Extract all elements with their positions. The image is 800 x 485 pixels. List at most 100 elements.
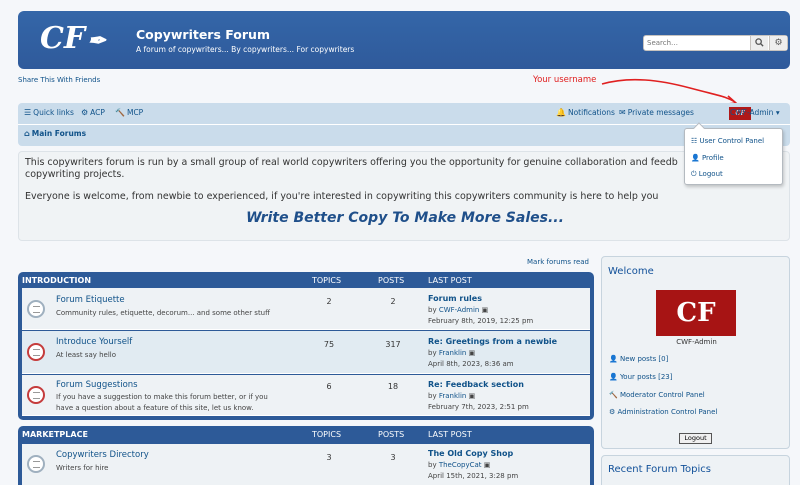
- forum-title[interactable]: Introduce Yourself: [56, 337, 132, 347]
- last-post-user-link[interactable]: Franklin: [439, 349, 467, 357]
- navbar: ☰ Quick links ⚙ ACP 🔨 MCP 🔔 Notifications ✉ P…: [18, 103, 790, 146]
- last-post-title[interactable]: Re: Feedback section: [428, 380, 524, 389]
- new-posts-link[interactable]: 👤 New posts [0]: [609, 355, 668, 363]
- category-title[interactable]: MARKETPLACE: [22, 430, 88, 439]
- forum-description: At least say hello: [56, 351, 117, 359]
- last-post-author: by Franklin ▣: [428, 392, 476, 400]
- view-latest-post-icon[interactable]: ▣: [484, 461, 491, 469]
- forum-row: Forum Suggestions If you have a suggesti…: [22, 375, 590, 416]
- last-post-user-link[interactable]: Franklin: [439, 392, 467, 400]
- category-title[interactable]: INTRODUCTION: [22, 276, 91, 285]
- share-link[interactable]: Share This With Friends: [18, 76, 100, 84]
- breadcrumb-label: Main Forums: [31, 129, 87, 138]
- forum-description-line-1: If you have a suggestion to make this fo…: [56, 393, 268, 401]
- view-latest-post-icon[interactable]: ▣: [469, 392, 476, 400]
- column-last-post: LAST POST: [428, 276, 472, 285]
- cogs-icon: ⚙: [609, 408, 616, 416]
- forum-posts-count: 3: [390, 453, 396, 462]
- forum-topics-count: 75: [323, 340, 335, 349]
- user-icon: 👤: [609, 355, 618, 363]
- forum-topics-count: 2: [326, 297, 332, 306]
- search-icon: [755, 38, 764, 47]
- forum-posts-count: 18: [387, 382, 399, 391]
- last-post-user-link[interactable]: TheCopyCat: [439, 461, 482, 469]
- last-post-title[interactable]: Re: Greetings from a newbie: [428, 337, 557, 346]
- mcp-link[interactable]: 🔨 MCP: [115, 108, 143, 117]
- column-topics: TOPICS: [312, 276, 342, 285]
- user-icon: 👤: [609, 373, 618, 381]
- category-header: MARKETPLACE TOPICS POSTS LAST POST: [18, 426, 594, 442]
- breadcrumb-home[interactable]: ⌂ Main Forums: [24, 129, 86, 138]
- forum-description: Community rules, etiquette, decorum... a…: [56, 309, 270, 317]
- mcp-label: MCP: [126, 108, 144, 117]
- home-icon: ⌂: [24, 129, 30, 138]
- last-post-date: February 7th, 2023, 2:51 pm: [428, 403, 529, 411]
- mark-forums-read-link[interactable]: Mark forums read: [527, 258, 589, 266]
- logout-button[interactable]: Logout: [679, 433, 712, 444]
- acp-link[interactable]: ⚙ ACP: [81, 108, 105, 117]
- gear-icon: ⚙: [774, 38, 783, 48]
- recent-topics-panel: Recent Forum Topics: [601, 455, 790, 485]
- private-messages-link[interactable]: ✉ Private messages: [619, 108, 694, 117]
- quick-links-menu[interactable]: ☰ Quick links: [24, 108, 74, 117]
- avatar-username[interactable]: CWF-Admin: [602, 338, 791, 346]
- new-posts-label: New posts [0]: [619, 355, 669, 363]
- gavel-icon: 🔨: [609, 391, 618, 399]
- last-post-user-link[interactable]: CWF-Admin: [439, 306, 480, 314]
- forum-read-icon: [27, 455, 45, 473]
- forum-title[interactable]: Forum Etiquette: [56, 295, 125, 305]
- profile-link[interactable]: 👤 Profile: [691, 154, 724, 162]
- administration-control-panel-link[interactable]: ⚙ Administration Control Panel: [609, 408, 717, 416]
- notice-slogan: Write Better Copy To Make More Sales...: [246, 210, 564, 226]
- search-input[interactable]: [645, 37, 745, 49]
- last-post-date: February 8th, 2019, 12:25 pm: [428, 317, 534, 325]
- bell-icon: 🔔: [556, 108, 566, 117]
- site-header: CF✒ Copywriters Forum A forum of copywri…: [18, 11, 790, 69]
- logout-label: Logout: [698, 170, 723, 178]
- forum-read-icon: [27, 300, 45, 318]
- view-latest-post-icon[interactable]: ▣: [469, 349, 476, 357]
- last-post-title[interactable]: The Old Copy Shop: [428, 449, 513, 458]
- forum-title[interactable]: Copywriters Directory: [56, 450, 149, 460]
- logout-link[interactable]: ⏻ Logout: [691, 170, 723, 179]
- column-topics: TOPICS: [312, 430, 342, 439]
- last-post-date: April 15th, 2021, 3:28 pm: [428, 472, 519, 480]
- notice-paragraph-1-line-2: copywriting projects.: [25, 169, 125, 180]
- caret-down-icon: ▾: [775, 108, 780, 117]
- forum-unread-icon: [27, 343, 45, 361]
- last-post-author: by TheCopyCat ▣: [428, 461, 491, 469]
- forum-notice: This copywriters forum is run by a small…: [18, 151, 790, 241]
- user-menu-toggle[interactable]: CWF-Admin ▾: [730, 108, 780, 117]
- advanced-search-button[interactable]: ⚙: [769, 36, 787, 50]
- site-title[interactable]: Copywriters Forum: [136, 27, 270, 42]
- forum-topics-count: 3: [326, 453, 332, 462]
- menu-icon: ☰: [24, 108, 32, 117]
- cogs-icon: ⚙: [81, 108, 89, 117]
- quick-links-label: Quick links: [33, 108, 74, 117]
- sliders-icon: ☷: [691, 137, 698, 145]
- welcome-panel: Welcome CF CWF-Admin 👤 New posts [0] 👤 Y…: [601, 256, 790, 449]
- user-avatar-large[interactable]: CF: [656, 290, 736, 336]
- forum-row: Forum Etiquette Community rules, etiquet…: [22, 288, 590, 330]
- moderator-control-panel-link[interactable]: 🔨 Moderator Control Panel: [609, 391, 705, 399]
- forum-unread-icon: [27, 386, 45, 404]
- forum-posts-count: 317: [385, 340, 401, 349]
- notifications-link[interactable]: 🔔 Notifications: [556, 108, 615, 117]
- user-control-panel-link[interactable]: ☷ User Control Panel: [691, 137, 764, 145]
- notice-paragraph-1-line-1: This copywriters forum is run by a small…: [25, 157, 678, 168]
- your-posts-link[interactable]: 👤 Your posts [23]: [609, 373, 672, 381]
- view-latest-post-icon[interactable]: ▣: [482, 306, 489, 314]
- site-logo[interactable]: CF✒: [40, 21, 130, 57]
- notifications-label: Notifications: [567, 108, 615, 117]
- gavel-icon: 🔨: [115, 108, 125, 117]
- forum-title[interactable]: Forum Suggestions: [56, 380, 138, 390]
- category-marketplace: MARKETPLACE TOPICS POSTS LAST POST Copyw…: [18, 426, 594, 485]
- your-posts-label: Your posts [23]: [619, 373, 673, 381]
- search-button[interactable]: [750, 36, 768, 50]
- last-post-title[interactable]: Forum rules: [428, 294, 482, 303]
- forum-posts-count: 2: [390, 297, 396, 306]
- site-description: A forum of copywriters... By copywriters…: [136, 45, 355, 54]
- forum-description-line-2: have a question about a feature of this …: [56, 404, 254, 412]
- forum-row: Copywriters Directory Writers for hire 3…: [22, 444, 590, 485]
- forum-row: Introduce Yourself At least say hello 75…: [22, 331, 590, 374]
